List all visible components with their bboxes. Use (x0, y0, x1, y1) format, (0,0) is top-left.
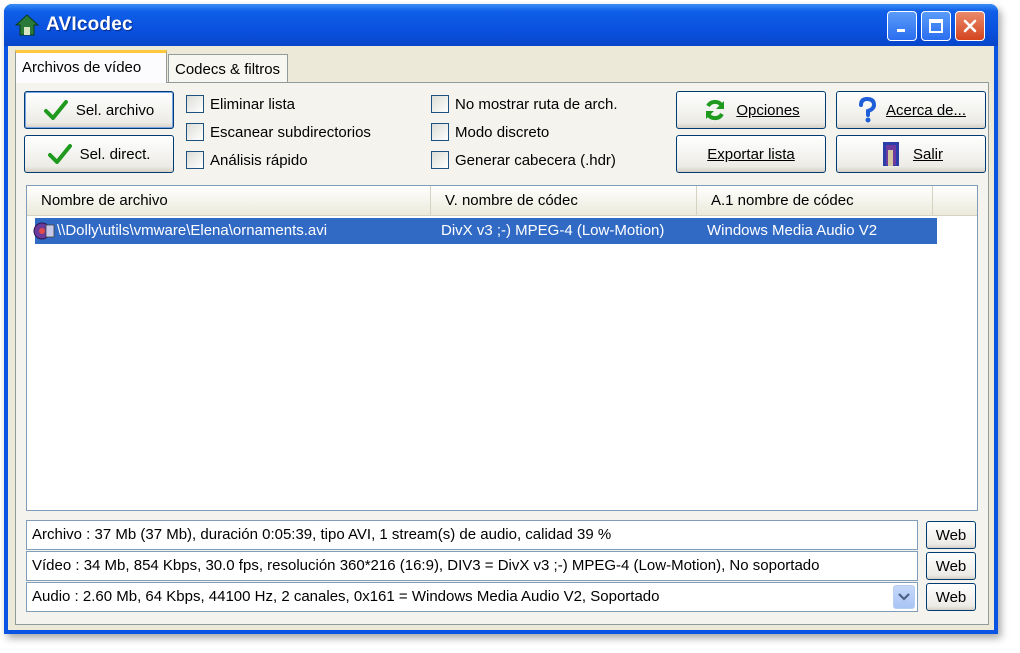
audio-info-text: Audio : 2.60 Mb, 64 Kbps, 44100 Hz, 2 ca… (32, 588, 660, 605)
tab-panel: Sel. archivo Sel. direct. Eliminar lista… (15, 82, 989, 625)
close-button[interactable] (955, 11, 985, 41)
salir-button[interactable]: Salir (836, 135, 986, 173)
checkbox-box[interactable] (431, 123, 449, 141)
exit-door-icon (882, 142, 899, 166)
checkbox-label: Eliminar lista (210, 95, 296, 113)
checkbox-label: Generar cabecera (.hdr) (455, 151, 616, 169)
sel-archivo-button[interactable]: Sel. archivo (24, 91, 174, 129)
generar-cabecera-checkbox[interactable]: Generar cabecera (.hdr) (431, 151, 616, 169)
check-icon (47, 144, 72, 164)
opciones-label: Opciones (736, 101, 800, 119)
column-header-video-codec[interactable]: V. nombre de códec (431, 186, 697, 216)
archivo-web-button[interactable]: Web (926, 521, 976, 549)
refresh-icon (706, 99, 725, 121)
title-bar[interactable]: AVIcodec (4, 4, 998, 46)
column-header-nombre-archivo[interactable]: Nombre de archivo (27, 186, 431, 216)
checkbox-label: Modo discreto (455, 123, 550, 141)
maximize-button[interactable] (921, 11, 951, 41)
app-icon (14, 14, 40, 36)
audio-web-button[interactable]: Web (926, 583, 976, 611)
file-list[interactable]: Nombre de archivo V. nombre de códec A.1… (26, 185, 978, 511)
sel-archivo-label: Sel. archivo (75, 101, 155, 119)
checkbox-box[interactable] (186, 95, 204, 113)
video-file-icon (33, 222, 55, 240)
archivo-info-field[interactable]: Archivo : 37 Mb (37 Mb), duración 0:05:3… (26, 520, 918, 550)
tab-archivos-de-video[interactable]: Archivos de vídeo (15, 50, 167, 83)
acerca-de-label: Acerca de... (885, 101, 967, 119)
minimize-button[interactable] (887, 11, 917, 41)
maximize-icon (929, 19, 943, 33)
sel-direct-label: Sel. direct. (79, 145, 151, 163)
eliminar-lista-checkbox[interactable]: Eliminar lista (186, 95, 295, 113)
sel-direct-button[interactable]: Sel. direct. (24, 135, 174, 173)
modo-discreto-checkbox[interactable]: Modo discreto (431, 123, 549, 141)
list-item[interactable]: \\Dolly\utils\vmware\Elena\ornaments.avi… (33, 218, 937, 244)
video-info-field[interactable]: Vídeo : 34 Mb, 854 Kbps, 30.0 fps, resol… (26, 551, 918, 581)
escanear-subdirectorios-checkbox[interactable]: Escanear subdirectorios (186, 123, 371, 141)
checkbox-box[interactable] (186, 151, 204, 169)
row-video-codec: DivX v3 ;-) MPEG-4 (Low-Motion) (441, 222, 665, 239)
checkbox-box[interactable] (186, 123, 204, 141)
checkbox-box[interactable] (431, 95, 449, 113)
help-icon (858, 97, 876, 123)
row-audio-codec: Windows Media Audio V2 (707, 222, 878, 239)
window-client-area: Archivos de vídeo Codecs & filtros Sel. … (8, 46, 994, 630)
check-icon (43, 100, 68, 120)
exportar-lista-label: Exportar lista (707, 145, 795, 163)
app-window: AVIcodec Archivos de vídeo Codecs & filt… (4, 4, 998, 634)
combo-dropdown-button[interactable] (893, 585, 915, 609)
checkbox-label: Análisis rápido (210, 151, 308, 169)
checkbox-label: No mostrar ruta de arch. (455, 95, 618, 113)
tab-codecs-filtros[interactable]: Codecs & filtros (168, 54, 288, 82)
column-header-audio-codec[interactable]: A.1 nombre de códec (697, 186, 933, 216)
checkbox-label: Escanear subdirectorios (210, 123, 371, 141)
opciones-button[interactable]: Opciones (676, 91, 826, 129)
video-web-button[interactable]: Web (926, 552, 976, 580)
checkbox-box[interactable] (431, 151, 449, 169)
chevron-down-icon (898, 593, 910, 601)
exportar-lista-button[interactable]: Exportar lista (676, 135, 826, 173)
salir-label: Salir (912, 145, 943, 163)
list-header: Nombre de archivo V. nombre de códec A.1… (27, 186, 977, 216)
window-title: AVIcodec (46, 14, 133, 35)
audio-info-combo[interactable]: Audio : 2.60 Mb, 64 Kbps, 44100 Hz, 2 ca… (26, 582, 918, 612)
close-icon (963, 19, 977, 33)
no-mostrar-ruta-checkbox[interactable]: No mostrar ruta de arch. (431, 95, 618, 113)
acerca-de-button[interactable]: Acerca de... (836, 91, 986, 129)
row-file-name: \\Dolly\utils\vmware\Elena\ornaments.avi (57, 222, 328, 239)
analisis-rapido-checkbox[interactable]: Análisis rápido (186, 151, 308, 169)
minimize-icon (897, 29, 905, 32)
